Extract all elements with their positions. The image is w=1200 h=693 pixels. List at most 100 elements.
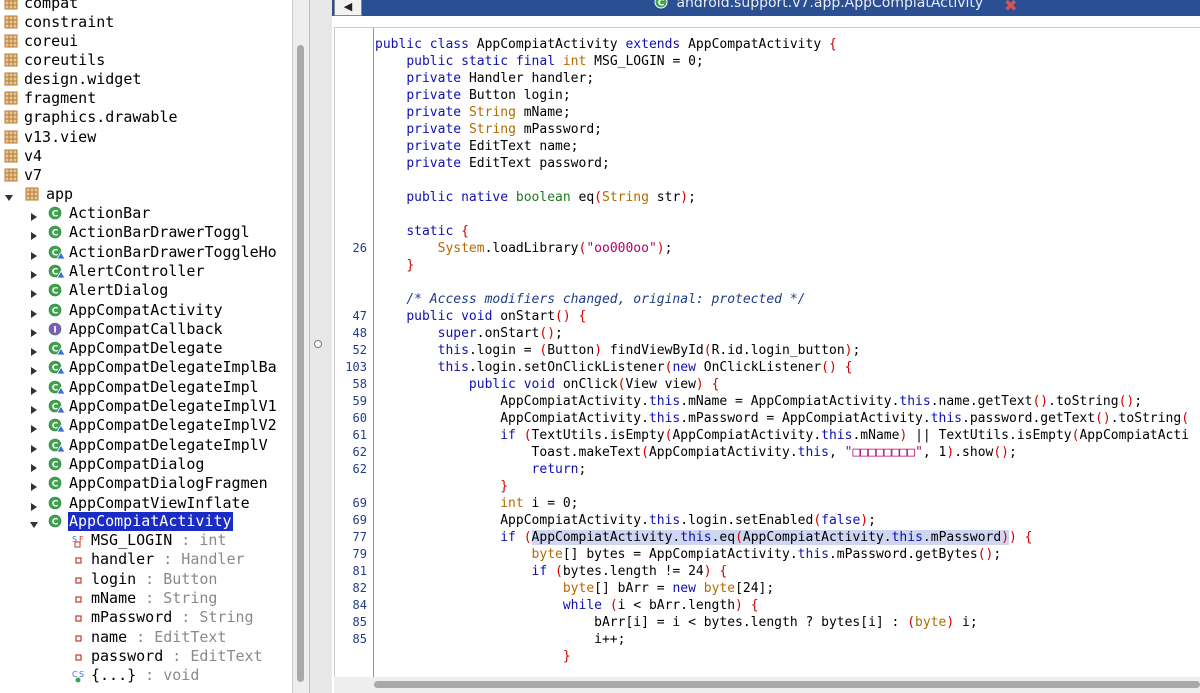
code-token: ( <box>735 530 743 545</box>
package-label: compat <box>24 0 79 12</box>
code-token: i = 0; <box>531 496 579 511</box>
svg-text:C: C <box>52 480 59 490</box>
chevron-right-icon[interactable] <box>29 401 43 415</box>
chevron-right-icon[interactable] <box>29 459 43 473</box>
svg-text:C: C <box>52 460 59 470</box>
chevron-right-icon[interactable] <box>29 208 43 222</box>
chevron-right-icon[interactable] <box>29 362 43 376</box>
code-editor[interactable]: 26 47 48 52 103 58 59 60 61 62 62 69 69 77 79 81 82 84 85 8… <box>334 27 1200 678</box>
line-number: 59 <box>352 394 367 408</box>
package-label: constraint <box>24 13 115 31</box>
editor-tab[interactable]: C android.support.v7.app.AppCompiatActiv… <box>654 0 983 11</box>
code-token: EditText password; <box>468 156 610 171</box>
chevron-right-icon[interactable] <box>29 247 43 261</box>
code-token: ( <box>594 190 602 205</box>
code-token: () <box>993 445 1010 460</box>
package-icon <box>4 15 18 29</box>
chevron-right-icon[interactable] <box>29 440 43 454</box>
code-token: [] bytes = AppCompiatActivity. <box>562 547 798 562</box>
divider-grip-icon[interactable] <box>314 340 322 348</box>
code-token: AppCompatActivity <box>688 37 829 52</box>
code-token: { <box>461 224 469 239</box>
tree-vertical-scrollbar[interactable] <box>293 0 310 693</box>
class-abstract-icon: C <box>48 399 66 415</box>
code-token: super <box>437 326 477 341</box>
package-label: graphics.drawable <box>24 108 178 126</box>
code-line: private EditText name; <box>375 138 578 155</box>
code-line: if (bytes.length != 24) { <box>375 563 728 580</box>
chevron-right-icon[interactable] <box>29 227 43 241</box>
code-token: ; <box>578 462 587 477</box>
code-token: ( <box>609 598 618 613</box>
svg-text:C: C <box>52 248 59 258</box>
class-label: AppCompatDelegateImpl <box>69 377 259 396</box>
svg-text:C: C <box>52 518 59 528</box>
class-label: AppCompatDelegateImplV2 <box>69 416 277 435</box>
code-token: private <box>406 105 469 120</box>
code-token: boolean <box>515 190 579 205</box>
chevron-right-icon[interactable] <box>29 266 43 280</box>
chevron-down-icon[interactable] <box>29 516 43 530</box>
svg-text:C: C <box>52 499 59 509</box>
chevron-right-icon[interactable] <box>29 285 43 299</box>
code-line: private Handler handler; <box>375 70 594 87</box>
chevron-right-icon[interactable] <box>29 498 43 512</box>
code-token: ( <box>555 564 563 579</box>
chevron-down-icon[interactable] <box>4 189 18 203</box>
chevron-right-icon[interactable] <box>29 343 43 357</box>
code-token: if <box>500 428 524 443</box>
editor-horizontal-scrollbar[interactable] <box>334 677 1200 693</box>
code-token: this <box>891 530 923 545</box>
chevron-right-icon[interactable] <box>29 478 43 492</box>
field-type: : void <box>136 666 200 685</box>
line-number: 61 <box>352 428 367 442</box>
code-token: } <box>500 479 509 494</box>
chevron-right-icon[interactable] <box>29 305 43 319</box>
chevron-right-icon[interactable] <box>29 420 43 434</box>
tree-scroll-thumb[interactable] <box>297 45 304 682</box>
code-token: .mPassword = AppCompiatActivity. <box>680 411 931 426</box>
close-tab-icon[interactable]: ✖ <box>1004 0 1017 15</box>
code-token: mPassword; <box>523 122 603 137</box>
svg-text:C: C <box>52 267 59 277</box>
code-token: ; <box>664 241 673 256</box>
editor-scroll-thumb[interactable] <box>374 681 1200 688</box>
chevron-right-icon[interactable] <box>29 382 43 396</box>
field-name: MSG_LOGIN <box>91 531 173 549</box>
field-name: mName <box>91 588 137 607</box>
class-abstract-icon: C <box>48 380 66 396</box>
package-icon <box>4 34 18 48</box>
static-final-field-icon: SF <box>71 533 87 549</box>
code-token: return <box>531 462 579 477</box>
code-line: byte[] bArr = new byte[24]; <box>375 580 774 597</box>
package-icon <box>4 110 18 124</box>
package-icon <box>4 72 18 86</box>
line-number: 26 <box>352 241 367 255</box>
code-token: R.id.login_button <box>711 343 845 358</box>
code-token: mName; <box>523 105 571 120</box>
code-token: ) <box>680 190 689 205</box>
field-name: password <box>91 646 164 665</box>
code-token: bytes.length != 24 <box>562 564 704 579</box>
split-pane-divider[interactable] <box>310 0 332 693</box>
code-token: String <box>468 122 524 137</box>
field-type: : EditText <box>127 627 227 646</box>
code-token: ( <box>1181 411 1190 426</box>
field-type: : EditText <box>163 646 263 665</box>
code-token: int <box>500 496 532 511</box>
chevron-right-icon[interactable] <box>29 324 43 338</box>
code-token: ( <box>641 445 649 460</box>
code-token: [] bArr = <box>594 581 673 596</box>
package-label: app <box>46 185 74 203</box>
code-token: ; <box>688 190 696 205</box>
code-token: , <box>828 445 845 460</box>
code-token: byte <box>915 615 947 630</box>
tab-scroll-left-button[interactable]: ◀ <box>334 0 362 16</box>
package-icon <box>4 130 18 144</box>
